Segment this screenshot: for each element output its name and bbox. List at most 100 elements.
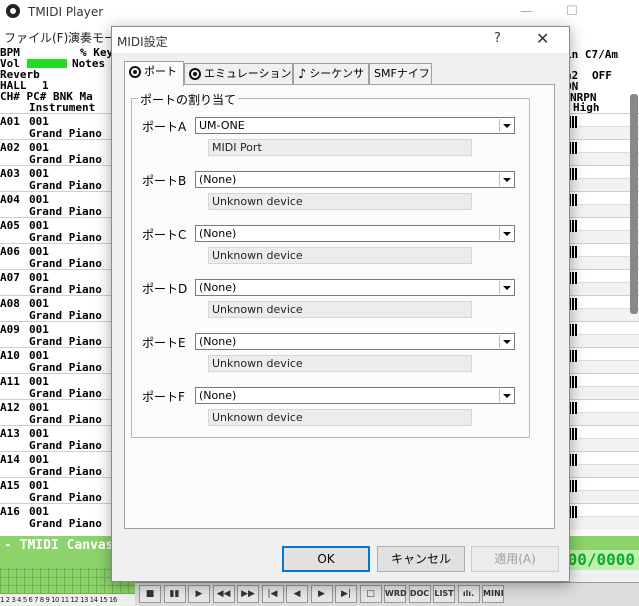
port-a-value: UM-ONE	[199, 119, 245, 132]
channel-id: A14	[0, 453, 20, 466]
ok-button[interactable]: OK	[282, 546, 370, 572]
channel-param-cell	[560, 282, 639, 296]
channel-param-cell	[560, 490, 639, 504]
transport-button[interactable]: ▮▮	[163, 585, 186, 603]
channel-numbers: 1 2 3 4 5 6 7 8 9 10 11 12 13 14 15 16	[0, 596, 117, 604]
port-c-label: ポートC	[142, 228, 187, 242]
menu-file[interactable]: ファイル(F)	[4, 29, 68, 46]
transport-button[interactable]: WRD	[384, 585, 407, 603]
port-e-status: Unknown device	[208, 355, 472, 372]
maximize-icon[interactable]: ☐	[566, 4, 578, 19]
port-c-select[interactable]: (None)	[195, 225, 515, 242]
channel-id: A16	[0, 505, 20, 518]
transport-button[interactable]: □	[359, 585, 382, 603]
chevron-down-icon[interactable]	[499, 281, 513, 294]
transport-button[interactable]: |◀	[261, 585, 284, 603]
port-c-status: Unknown device	[208, 247, 472, 264]
port-d-value: (None)	[199, 281, 237, 294]
channel-param-cell	[560, 438, 639, 452]
channel-id: A07	[0, 271, 20, 284]
channel-param-cell	[560, 412, 639, 426]
tab-sequencer-label: シーケンサ	[309, 67, 364, 80]
help-icon[interactable]: ?	[494, 31, 501, 46]
port-assignment-group: ポートの割り当て ポートA UM-ONE MIDI Port ポートB (None) Un…	[131, 91, 530, 438]
notes-label: Notes	[72, 57, 106, 70]
tab-smf-knife[interactable]: SMFナイフ	[369, 63, 432, 84]
channel-param-cell	[560, 334, 639, 348]
apply-button[interactable]: 適用(A)	[471, 546, 559, 572]
channel-id: A15	[0, 479, 20, 492]
channel-param-cell	[560, 308, 639, 322]
transport-button[interactable]: ▶	[310, 585, 333, 603]
chevron-down-icon[interactable]	[499, 173, 513, 186]
key-signature: in C7/Am	[565, 48, 618, 61]
transport-button[interactable]: ◀	[286, 585, 308, 603]
group-title: ポートの割り当て	[138, 91, 239, 108]
tab-port[interactable]: ポート	[124, 61, 184, 86]
port-f-status: Unknown device	[208, 409, 472, 426]
midi-port-icon	[189, 68, 201, 80]
port-e-select[interactable]: (None)	[195, 333, 515, 350]
monitor-off: OFF	[592, 69, 612, 82]
channel-param-cell	[560, 126, 639, 140]
channel-id: A09	[0, 323, 20, 336]
transport-button[interactable]: ▶	[188, 585, 210, 603]
channel-param-cell	[560, 360, 639, 374]
minimize-icon[interactable]: —	[520, 4, 533, 19]
player-title: TMIDI Player	[28, 5, 104, 19]
time-counter: 00/0000	[560, 550, 639, 570]
cancel-button[interactable]: キャンセル	[377, 546, 465, 572]
transport-button[interactable]: ılı.	[457, 585, 480, 603]
channel-param-cell	[560, 204, 639, 218]
transport-button[interactable]: ▶|	[335, 585, 357, 603]
transport-button[interactable]: ◀◀	[212, 585, 235, 603]
vertical-scrollbar[interactable]	[630, 94, 638, 314]
channel-id: A10	[0, 349, 20, 362]
port-e-value: (None)	[199, 335, 237, 348]
port-a-label: ポートA	[142, 120, 187, 134]
high-header: High	[573, 101, 600, 114]
chevron-down-icon[interactable]	[499, 227, 513, 240]
transport-button[interactable]: ▶▶	[237, 585, 259, 603]
chevron-down-icon[interactable]	[499, 119, 513, 132]
port-a-status: MIDI Port	[208, 139, 472, 156]
channel-param-cell	[560, 152, 639, 166]
close-icon[interactable]: ✕	[536, 29, 549, 48]
tab-sequencer[interactable]: ♪ シーケンサ	[293, 63, 369, 84]
player-titlebar: TMIDI Player — ☐	[0, 0, 639, 26]
tab-smf-knife-label: SMFナイフ	[374, 67, 430, 80]
channel-id: A06	[0, 245, 20, 258]
transport-button[interactable]: MINI	[482, 585, 504, 603]
channel-param-cell	[560, 464, 639, 478]
dialog-title: MIDI設定	[117, 35, 168, 49]
channel-id: A12	[0, 401, 20, 414]
dialog-titlebar: MIDI設定 ? ✕	[112, 27, 569, 53]
port-a-select[interactable]: UM-ONE	[195, 117, 515, 134]
canvas-title: - TMIDI Canvas	[4, 538, 114, 553]
port-d-label: ポートD	[142, 282, 188, 296]
port-c-value: (None)	[199, 227, 237, 240]
channel-id: A13	[0, 427, 20, 440]
channel-param-cell	[560, 516, 639, 530]
port-d-select[interactable]: (None)	[195, 279, 515, 296]
tab-emulation[interactable]: エミュレーション	[184, 63, 293, 84]
channel-id: A01	[0, 115, 20, 128]
port-f-select[interactable]: (None)	[195, 387, 515, 404]
port-d-status: Unknown device	[208, 301, 472, 318]
channel-id: A04	[0, 193, 20, 206]
transport-button[interactable]: ■	[139, 585, 161, 603]
port-b-select[interactable]: (None)	[195, 171, 515, 188]
volume-bar	[27, 59, 67, 68]
chevron-down-icon[interactable]	[499, 335, 513, 348]
chevron-down-icon[interactable]	[499, 389, 513, 402]
instrument-name: Grand Piano	[29, 517, 102, 530]
instrument-header: Instrument	[29, 101, 96, 114]
port-f-value: (None)	[199, 389, 237, 402]
transport-button[interactable]: DOC	[408, 585, 431, 603]
port-b-label: ポートB	[142, 174, 187, 188]
port-f-label: ポートF	[142, 390, 185, 404]
channel-param-cell	[560, 230, 639, 244]
transport-button[interactable]: LIST	[433, 585, 455, 603]
tab-emulation-label: エミュレーション	[204, 67, 292, 80]
tab-port-label: ポート	[144, 65, 177, 78]
